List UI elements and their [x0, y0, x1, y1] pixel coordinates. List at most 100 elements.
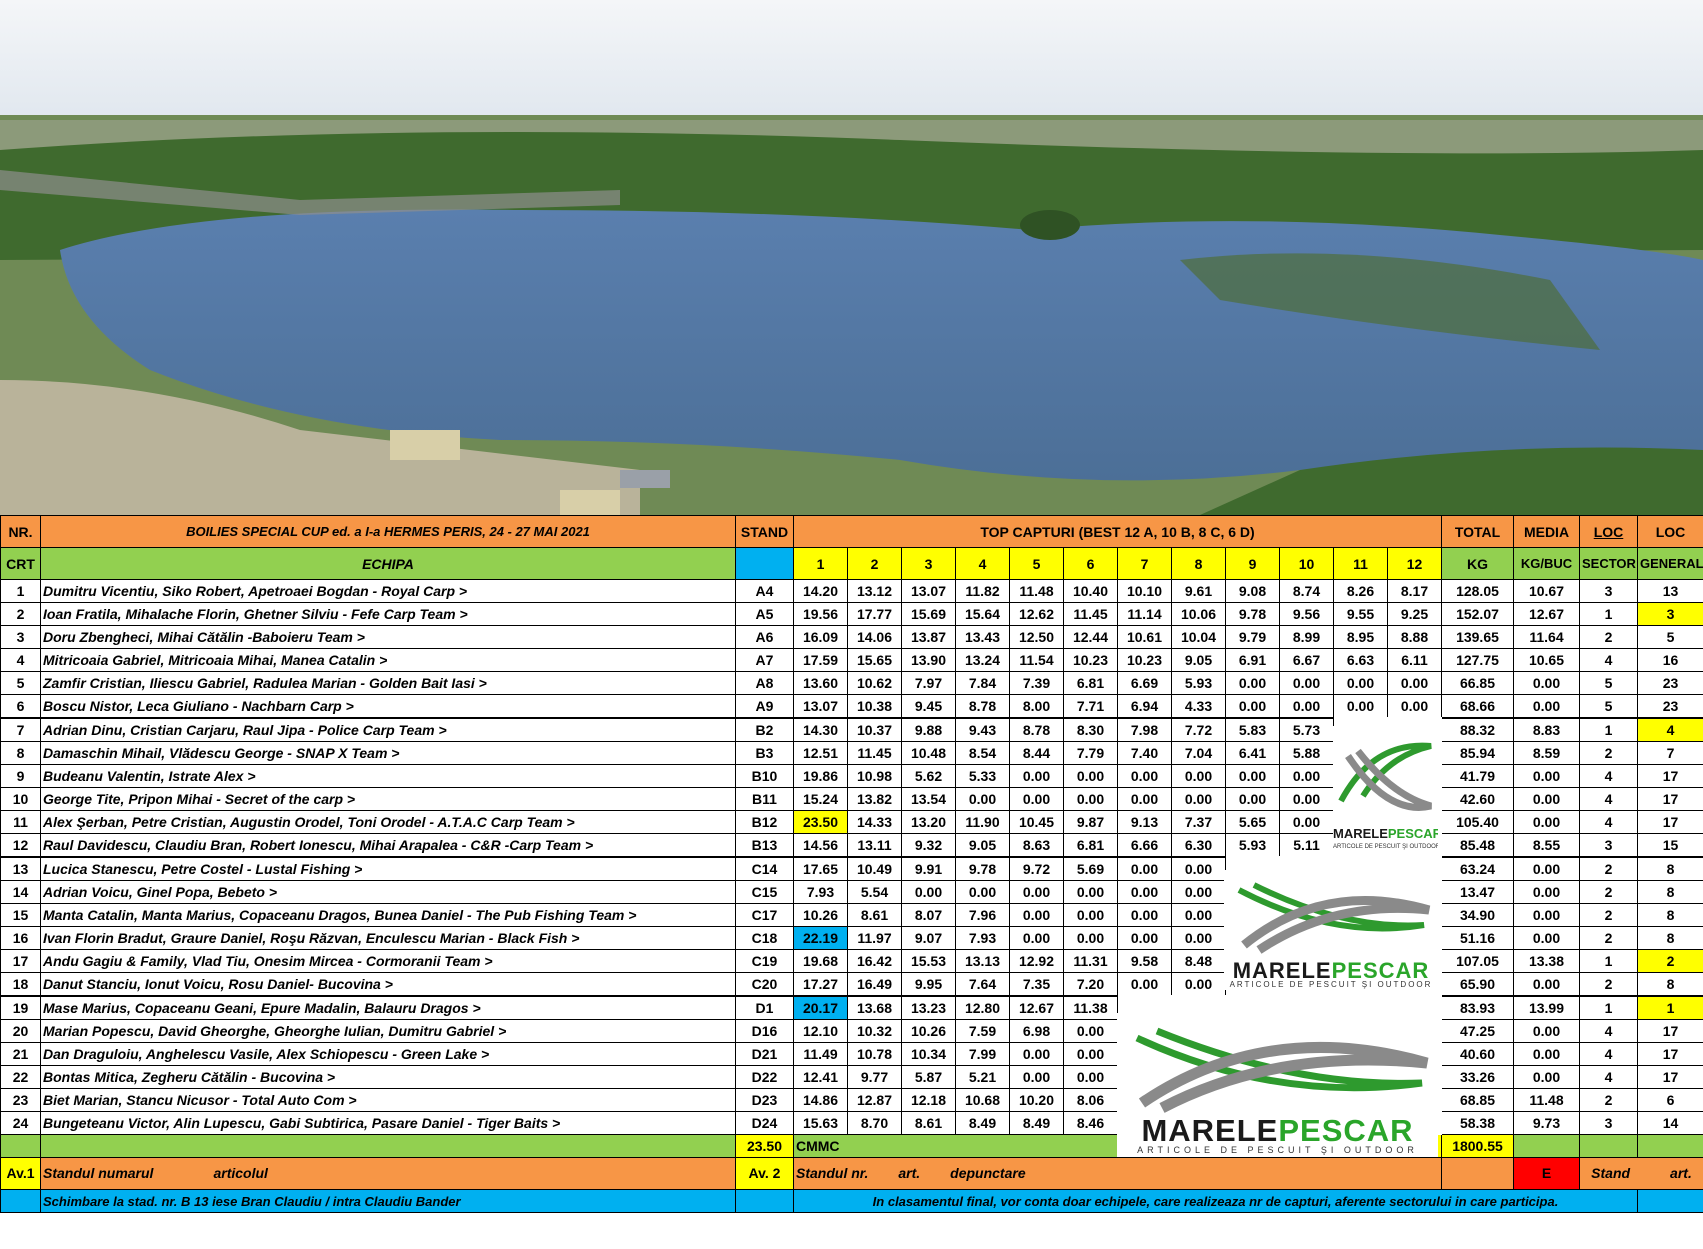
- header-loc-sector: LOC: [1579, 515, 1638, 548]
- row-nr: 9: [0, 764, 41, 788]
- catch-cell: 0.00: [1009, 1042, 1064, 1066]
- catch-cell: 0.00: [1279, 694, 1334, 719]
- stand-cell: A5: [735, 602, 794, 626]
- catch-cell: 13.82: [847, 787, 902, 811]
- header-nr: NR.: [0, 515, 41, 548]
- media-kgbuc: 0.00: [1513, 1019, 1580, 1043]
- catch-cell: 8.78: [1009, 717, 1064, 742]
- stand-cell: D16: [735, 1019, 794, 1043]
- row-nr: 6: [0, 694, 41, 719]
- catch-cell: 14.56: [793, 833, 848, 858]
- penalty-blank: [1441, 1157, 1514, 1190]
- summary-blank: [1513, 1134, 1580, 1158]
- media-kgbuc: 11.48: [1513, 1088, 1580, 1112]
- catch-cell: 4.33: [1171, 694, 1226, 719]
- logo-tagline: ARTICOLE DE PESCUIT ŞI OUTDOOR: [1333, 844, 1438, 850]
- stand-cell: A9: [735, 694, 794, 719]
- loc-general: 8: [1637, 880, 1703, 904]
- catch-cell: 9.78: [955, 856, 1010, 881]
- logo-brand-b: PESCAR: [1387, 826, 1438, 841]
- team-name: Alex Şerban, Petre Cristian, Augustin Or…: [40, 810, 736, 834]
- loc-sector: 2: [1579, 972, 1638, 997]
- catch-cell: 7.39: [1009, 671, 1064, 695]
- stand-cell: B11: [735, 787, 794, 811]
- note-right: In clasamentul final, vor conta doar ech…: [793, 1189, 1638, 1213]
- catch-cell: 11.45: [847, 741, 902, 765]
- loc-sector: 4: [1579, 810, 1638, 834]
- stand-cell: A7: [735, 648, 794, 672]
- row-nr: 5: [0, 671, 41, 695]
- catch-cell: 0.00: [1117, 856, 1172, 881]
- header-total: TOTAL: [1441, 515, 1514, 548]
- table-row: 24 Bungeteanu Victor, Alin Lupescu, Gabi …: [0, 1111, 1703, 1135]
- catch-col-header: 2: [847, 547, 902, 580]
- catch-cell: 8.63: [1009, 833, 1064, 858]
- catch-cell: 10.37: [847, 717, 902, 742]
- catch-cell: 8.26: [1333, 579, 1388, 603]
- total-kg: 47.25: [1441, 1019, 1514, 1043]
- catch-cell: 0.00: [1063, 926, 1118, 950]
- catch-col-header: 6: [1063, 547, 1118, 580]
- catch-cell: 10.62: [847, 671, 902, 695]
- catch-cell: 17.65: [793, 856, 848, 881]
- catch-cell: 5.87: [901, 1065, 956, 1089]
- stand-cell: B3: [735, 741, 794, 765]
- catch-col-header: 4: [955, 547, 1010, 580]
- total-kg: 13.47: [1441, 880, 1514, 904]
- stand-cell: C15: [735, 880, 794, 904]
- media-kgbuc: 8.59: [1513, 741, 1580, 765]
- catch-cell: 13.07: [901, 579, 956, 603]
- catch-cell: 11.97: [847, 926, 902, 950]
- total-kg: 85.48: [1441, 833, 1514, 858]
- catch-cell: 0.00: [1063, 903, 1118, 927]
- catch-cell: 0.00: [1387, 694, 1442, 719]
- table-row: 23 Biet Marian, Stancu Nicusor - Total Au…: [0, 1088, 1703, 1112]
- catch-cell: 0.00: [1009, 880, 1064, 904]
- row-nr: 7: [0, 717, 41, 742]
- loc-sector: 2: [1579, 880, 1638, 904]
- total-kg: 66.85: [1441, 671, 1514, 695]
- catch-cell: 10.26: [901, 1019, 956, 1043]
- stand-cell: C18: [735, 926, 794, 950]
- row-nr: 4: [0, 648, 41, 672]
- catch-cell: 10.26: [793, 903, 848, 927]
- catch-cell: 0.00: [1117, 903, 1172, 927]
- stand-cell: B13: [735, 833, 794, 858]
- catch-cell: 7.93: [955, 926, 1010, 950]
- row-nr: 18: [0, 972, 41, 997]
- loc-general: 17: [1637, 764, 1703, 788]
- catch-cell: 8.54: [955, 741, 1010, 765]
- loc-general: 15: [1637, 833, 1703, 858]
- catch-col-header: 3: [901, 547, 956, 580]
- catch-cell: 0.00: [1171, 903, 1226, 927]
- catch-cell: 10.34: [901, 1042, 956, 1066]
- catch-cell: 6.69: [1117, 671, 1172, 695]
- catch-cell: 19.68: [793, 949, 848, 973]
- loc-general: 6: [1637, 1088, 1703, 1112]
- catch-cell: 0.00: [1117, 972, 1172, 997]
- catch-cell: 8.06: [1063, 1088, 1118, 1112]
- catch-cell: 0.00: [1063, 1065, 1118, 1089]
- total-kg: 40.60: [1441, 1042, 1514, 1066]
- catch-cell: 7.64: [955, 972, 1010, 997]
- loc-general: 2: [1637, 949, 1703, 973]
- catch-cell: 11.49: [793, 1042, 848, 1066]
- catch-cell: 0.00: [901, 880, 956, 904]
- team-name: Budeanu Valentin, Istrate Alex >: [40, 764, 736, 788]
- loc-general: 16: [1637, 648, 1703, 672]
- catch-cell: 14.33: [847, 810, 902, 834]
- team-name: Andu Gagiu & Family, Vlad Tiu, Onesim Mi…: [40, 949, 736, 973]
- catch-cell: 10.38: [847, 694, 902, 719]
- catch-cell: 7.59: [955, 1019, 1010, 1043]
- row-nr: 19: [0, 995, 41, 1020]
- catch-cell: 0.00: [1063, 764, 1118, 788]
- loc-general: 3: [1637, 602, 1703, 626]
- catch-cell: 13.24: [955, 648, 1010, 672]
- catch-cell: 13.54: [901, 787, 956, 811]
- total-kg: 41.79: [1441, 764, 1514, 788]
- loc-sector: 2: [1579, 926, 1638, 950]
- catch-cell: 0.00: [1225, 694, 1280, 719]
- loc-general: 8: [1637, 972, 1703, 997]
- catch-cell: 15.53: [901, 949, 956, 973]
- loc-general: 23: [1637, 694, 1703, 719]
